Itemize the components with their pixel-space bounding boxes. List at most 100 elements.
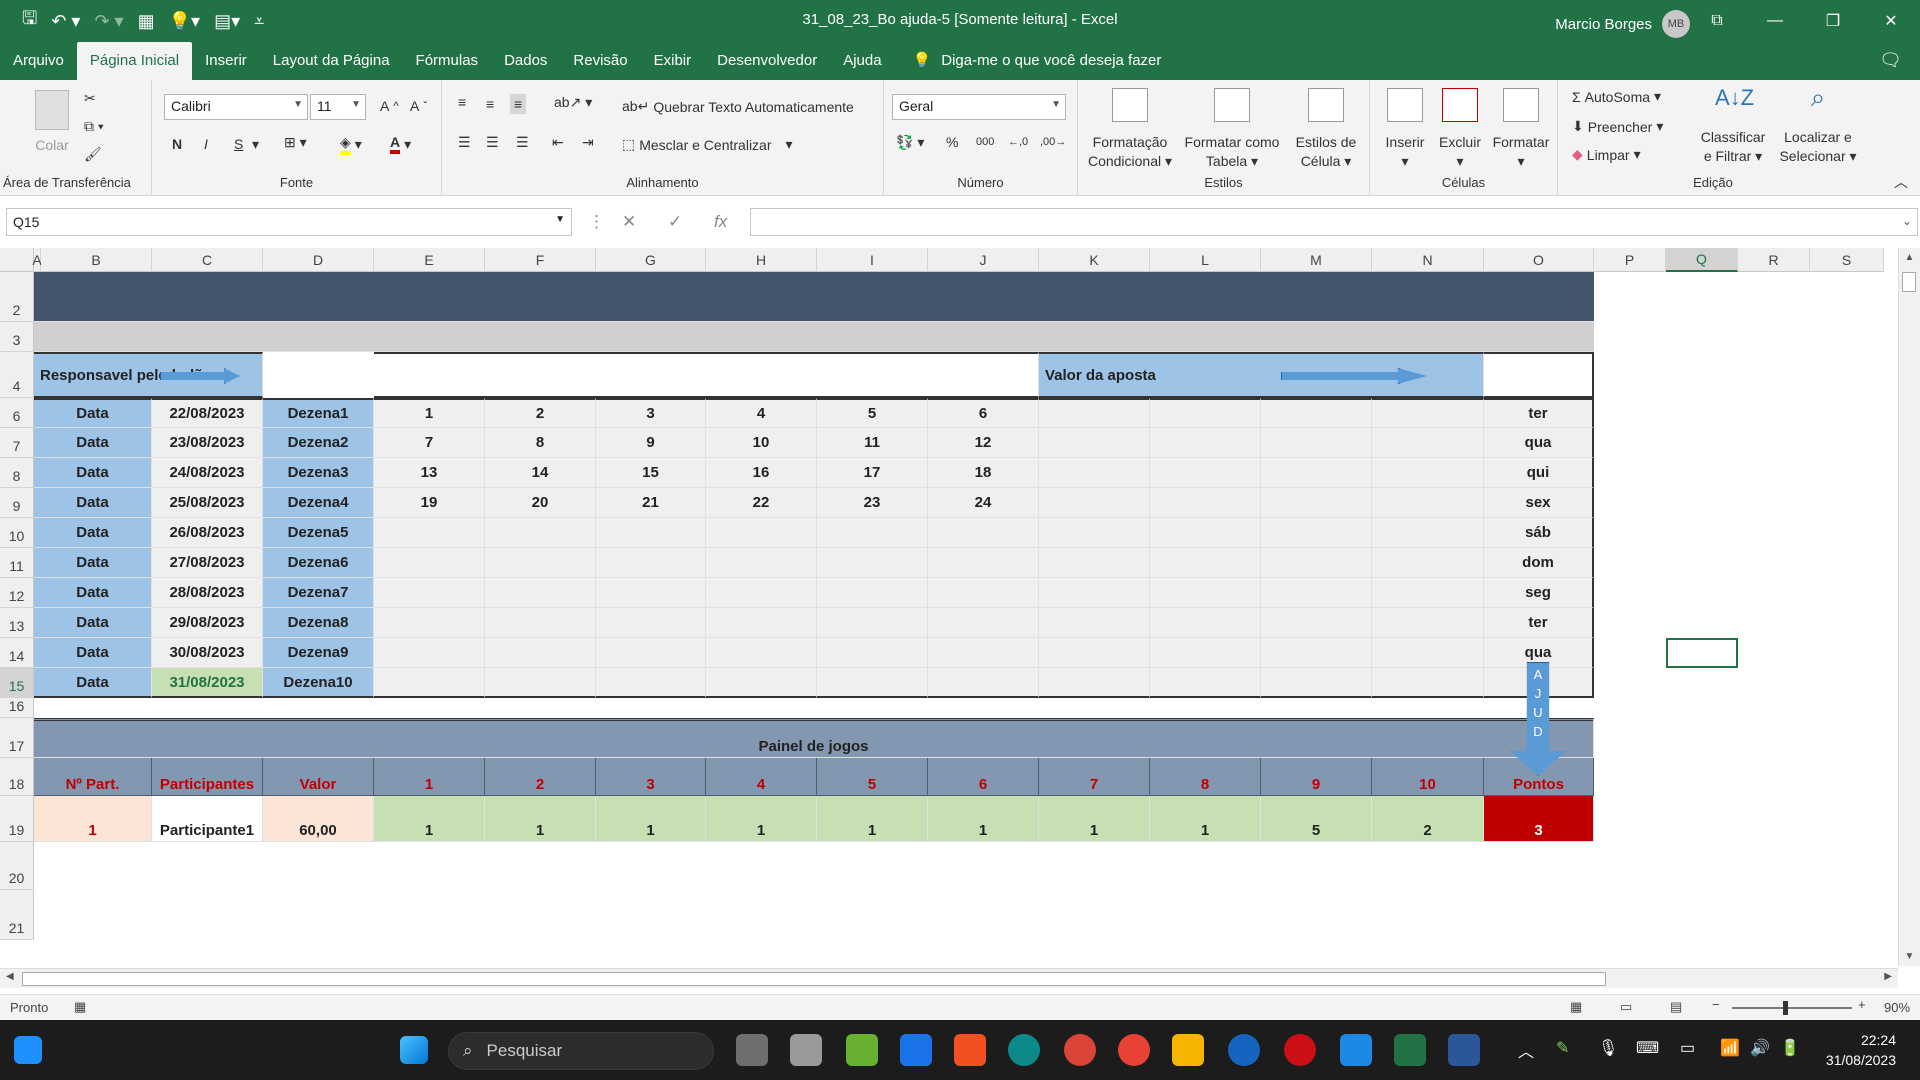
file-explorer-icon[interactable] [1172,1034,1204,1066]
copy-icon[interactable]: ⧉ ▾ [84,118,104,135]
draw-empty[interactable] [1150,488,1261,518]
draw-number[interactable] [817,518,928,548]
draw-number[interactable]: 9 [596,428,706,458]
draw-number[interactable]: 5 [817,398,928,428]
draw-empty[interactable] [1261,488,1372,518]
draw-number[interactable] [928,578,1039,608]
painel-header[interactable]: 7 [1039,758,1150,796]
draw-empty[interactable] [1039,488,1150,518]
row-header-11[interactable]: 11 [0,548,34,578]
participant-cell[interactable]: 2 [1372,796,1484,842]
draw-number[interactable]: 8 [485,428,596,458]
draw-number[interactable] [706,608,817,638]
wifi-icon[interactable]: 📶 [1720,1038,1740,1058]
draw-number[interactable] [928,548,1039,578]
draw-number[interactable] [817,668,928,698]
draw-empty[interactable] [1261,548,1372,578]
clear-button[interactable]: ◆ Limpar ▾ [1572,146,1641,163]
layout-icon[interactable]: ▤▾ [214,11,240,32]
row-header-19[interactable]: 19 [0,796,34,842]
row-header-12[interactable]: 12 [0,578,34,608]
draw-dezena[interactable]: Dezena9 [263,638,374,668]
points-cell[interactable]: 3 [1484,796,1594,842]
align-right-icon[interactable]: ☰ [516,134,529,151]
horizontal-scroll-thumb[interactable] [22,972,1606,986]
row-header-8[interactable]: 8 [0,458,34,488]
insert-cells-button[interactable]: Inserir ▾ [1378,88,1432,171]
formula-input[interactable] [750,208,1918,236]
start-icon[interactable] [400,1036,428,1064]
draw-number[interactable] [706,518,817,548]
draw-number[interactable] [928,608,1039,638]
restore-button[interactable]: ❐ [1804,0,1862,42]
draw-number[interactable] [485,518,596,548]
participant-cell[interactable]: 60,00 [263,796,374,842]
tab-desenvolvedor[interactable]: Desenvolvedor [704,42,830,80]
draw-number[interactable] [817,638,928,668]
user-account[interactable]: Marcio Borges MB [1555,10,1690,38]
valor-aposta-value[interactable] [1484,352,1594,398]
draw-empty[interactable] [1039,548,1150,578]
draw-number[interactable]: 11 [817,428,928,458]
painel-header[interactable]: 1 [374,758,485,796]
draw-dezena[interactable]: Dezena7 [263,578,374,608]
draw-number[interactable]: 6 [928,398,1039,428]
avatar[interactable]: MB [1662,10,1690,38]
draw-date[interactable]: 26/08/2023 [152,518,263,548]
comments-icon[interactable]: 🗨 [1879,50,1902,71]
draw-empty[interactable] [1372,518,1484,548]
draw-date[interactable]: 31/08/2023 [152,668,263,698]
draw-number[interactable]: 12 [928,428,1039,458]
draw-dezena[interactable]: Dezena2 [263,428,374,458]
battery-icon[interactable]: 🔋 [1780,1038,1800,1058]
autosum-button[interactable]: Σ AutoSoma ▾ [1572,88,1661,105]
draw-empty[interactable] [1372,578,1484,608]
draw-date[interactable]: 25/08/2023 [152,488,263,518]
column-header-d[interactable]: D [263,248,374,272]
draw-label[interactable]: Data [34,668,152,698]
draw-number[interactable] [374,638,485,668]
draw-number[interactable] [596,518,706,548]
column-header-f[interactable]: F [485,248,596,272]
draw-empty[interactable] [1372,428,1484,458]
scroll-left-icon[interactable]: ◀ [6,971,14,982]
painel-header[interactable]: 10 [1372,758,1484,796]
column-header-o[interactable]: O [1484,248,1594,272]
taskbar-clock[interactable]: 22:24 31/08/2023 [1826,1030,1896,1070]
mail-icon[interactable] [900,1034,932,1066]
draw-empty[interactable] [1261,668,1372,698]
draw-number[interactable] [706,578,817,608]
painel-header[interactable]: 3 [596,758,706,796]
draw-dezena[interactable]: Dezena8 [263,608,374,638]
row-header-6[interactable]: 6 [0,398,34,428]
tab-arquivo[interactable]: Arquivo [0,42,77,80]
horizontal-scrollbar[interactable]: ◀ ▶ [0,968,1898,988]
column-header-e[interactable]: E [374,248,485,272]
column-header-g[interactable]: G [596,248,706,272]
conditional-formatting-button[interactable]: Formatação Condicional ▾ [1084,88,1176,171]
customize-qat-icon[interactable]: ⩡ [254,11,264,32]
italic-button[interactable]: I [204,136,208,152]
scroll-down-icon[interactable]: ▼ [1899,951,1920,962]
notepad-plus-icon[interactable] [846,1034,878,1066]
draw-empty[interactable] [1039,638,1150,668]
calculator-icon[interactable] [790,1034,822,1066]
draw-empty[interactable] [1039,668,1150,698]
row-header-10[interactable]: 10 [0,518,34,548]
close-button[interactable]: ✕ [1862,0,1920,42]
draw-empty[interactable] [1039,578,1150,608]
tab-pagina-inicial[interactable]: Página Inicial [76,42,193,80]
draw-number[interactable]: 3 [596,398,706,428]
row-header-20[interactable]: 20 [0,842,34,890]
redo-icon[interactable]: ↷ ▾ [94,11,123,32]
align-top-icon[interactable]: ≡ [458,94,466,110]
draw-label[interactable]: Data [34,518,152,548]
draw-empty[interactable] [1039,518,1150,548]
draw-number[interactable]: 10 [706,428,817,458]
row-header-2[interactable]: 2 [0,272,34,322]
row-header-18[interactable]: 18 [0,758,34,796]
chrome-profile-icon[interactable] [1118,1034,1150,1066]
draw-number[interactable] [928,668,1039,698]
draw-empty[interactable] [1261,428,1372,458]
draw-empty[interactable] [1150,638,1261,668]
